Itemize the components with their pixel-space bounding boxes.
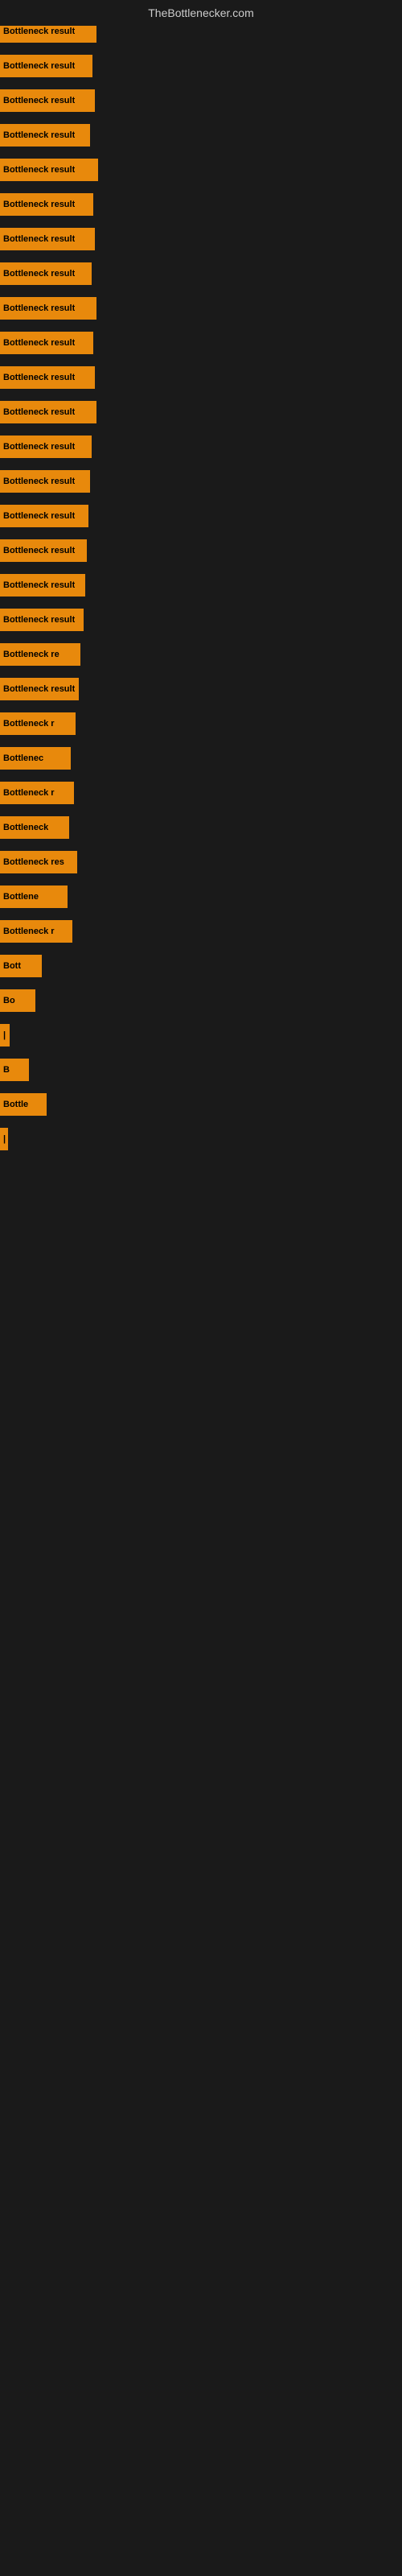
bar-item: Bottleneck result <box>0 470 90 493</box>
bar-item: Bo <box>0 989 35 1012</box>
bar-label: Bottleneck result <box>3 27 75 36</box>
bar-item: Bottleneck <box>0 816 69 839</box>
bar-item: Bottleneck result <box>0 539 87 562</box>
bar-label: Bottleneck result <box>3 130 75 140</box>
bar-label: Bottleneck result <box>3 511 75 521</box>
bar-item: Bottleneck result <box>0 262 92 285</box>
bar-item: Bottleneck result <box>0 332 93 354</box>
bar-label: Bottleneck <box>3 823 48 832</box>
bar-label: Bottleneck result <box>3 338 75 348</box>
bar-label: B <box>3 1065 10 1075</box>
bar-item: Bottleneck result <box>0 228 95 250</box>
bar-label: Bottlenec <box>3 753 43 763</box>
bar-label: | <box>3 1030 6 1040</box>
bar-item: Bottleneck result <box>0 678 79 700</box>
bar-label: Bottleneck result <box>3 96 75 105</box>
bar-item: Bottleneck r <box>0 712 76 735</box>
bar-item: | <box>0 1128 8 1150</box>
bar-item: Bottleneck result <box>0 574 85 597</box>
bar-label: | <box>3 1134 6 1144</box>
bar-item: Bottle <box>0 1093 47 1116</box>
bar-label: Bottleneck result <box>3 373 75 382</box>
bar-item: Bottleneck result <box>0 89 95 112</box>
bar-item: Bottleneck re <box>0 643 80 666</box>
site-title: TheBottlenecker.com <box>0 0 402 26</box>
bar-item: | <box>0 1024 10 1046</box>
bar-label: Bottleneck re <box>3 650 59 659</box>
bar-label: Bottle <box>3 1100 28 1109</box>
bar-item: Bottleneck result <box>0 193 93 216</box>
bar-label: Bottleneck r <box>3 788 55 798</box>
bar-label: Bottleneck result <box>3 165 75 175</box>
bar-label: Bo <box>3 996 15 1005</box>
chart-container: TheBottlenecker.com Bottleneck result Bot… <box>0 0 402 2576</box>
bar-item: Bottleneck result <box>0 401 96 423</box>
bar-label: Bottleneck r <box>3 927 55 936</box>
bar-label: Bottleneck result <box>3 442 75 452</box>
bar-label: Bottleneck result <box>3 684 75 694</box>
bar-item: Bottleneck res <box>0 851 77 873</box>
bar-label: Bottleneck res <box>3 857 64 867</box>
bar-item: Bottleneck r <box>0 782 74 804</box>
bar-label: Bottleneck result <box>3 615 75 625</box>
bar-item: B <box>0 1059 29 1081</box>
bar-item: Bottleneck result <box>0 436 92 458</box>
bar-label: Bottleneck result <box>3 234 75 244</box>
bar-label: Bott <box>3 961 21 971</box>
bar-item: Bottlene <box>0 886 68 908</box>
bar-label: Bottleneck result <box>3 477 75 486</box>
bar-item: Bottleneck result <box>0 366 95 389</box>
bar-label: Bottleneck r <box>3 719 55 729</box>
bar-label: Bottlene <box>3 892 39 902</box>
bar-item: Bottleneck result <box>0 505 88 527</box>
bar-label: Bottleneck result <box>3 303 75 313</box>
bar-item: Bottleneck result <box>0 609 84 631</box>
bar-label: Bottleneck result <box>3 407 75 417</box>
bar-item: Bottleneck result <box>0 297 96 320</box>
bar-label: Bottleneck result <box>3 61 75 71</box>
bar-item: Bottleneck result <box>0 124 90 147</box>
bar-item: Bott <box>0 955 42 977</box>
bar-item: Bottleneck result <box>0 159 98 181</box>
bar-label: Bottleneck result <box>3 580 75 590</box>
bar-item: Bottleneck result <box>0 55 92 77</box>
bar-item: Bottleneck r <box>0 920 72 943</box>
bar-item: Bottlenec <box>0 747 71 770</box>
bar-label: Bottleneck result <box>3 546 75 555</box>
bar-label: Bottleneck result <box>3 269 75 279</box>
bar-label: Bottleneck result <box>3 200 75 209</box>
